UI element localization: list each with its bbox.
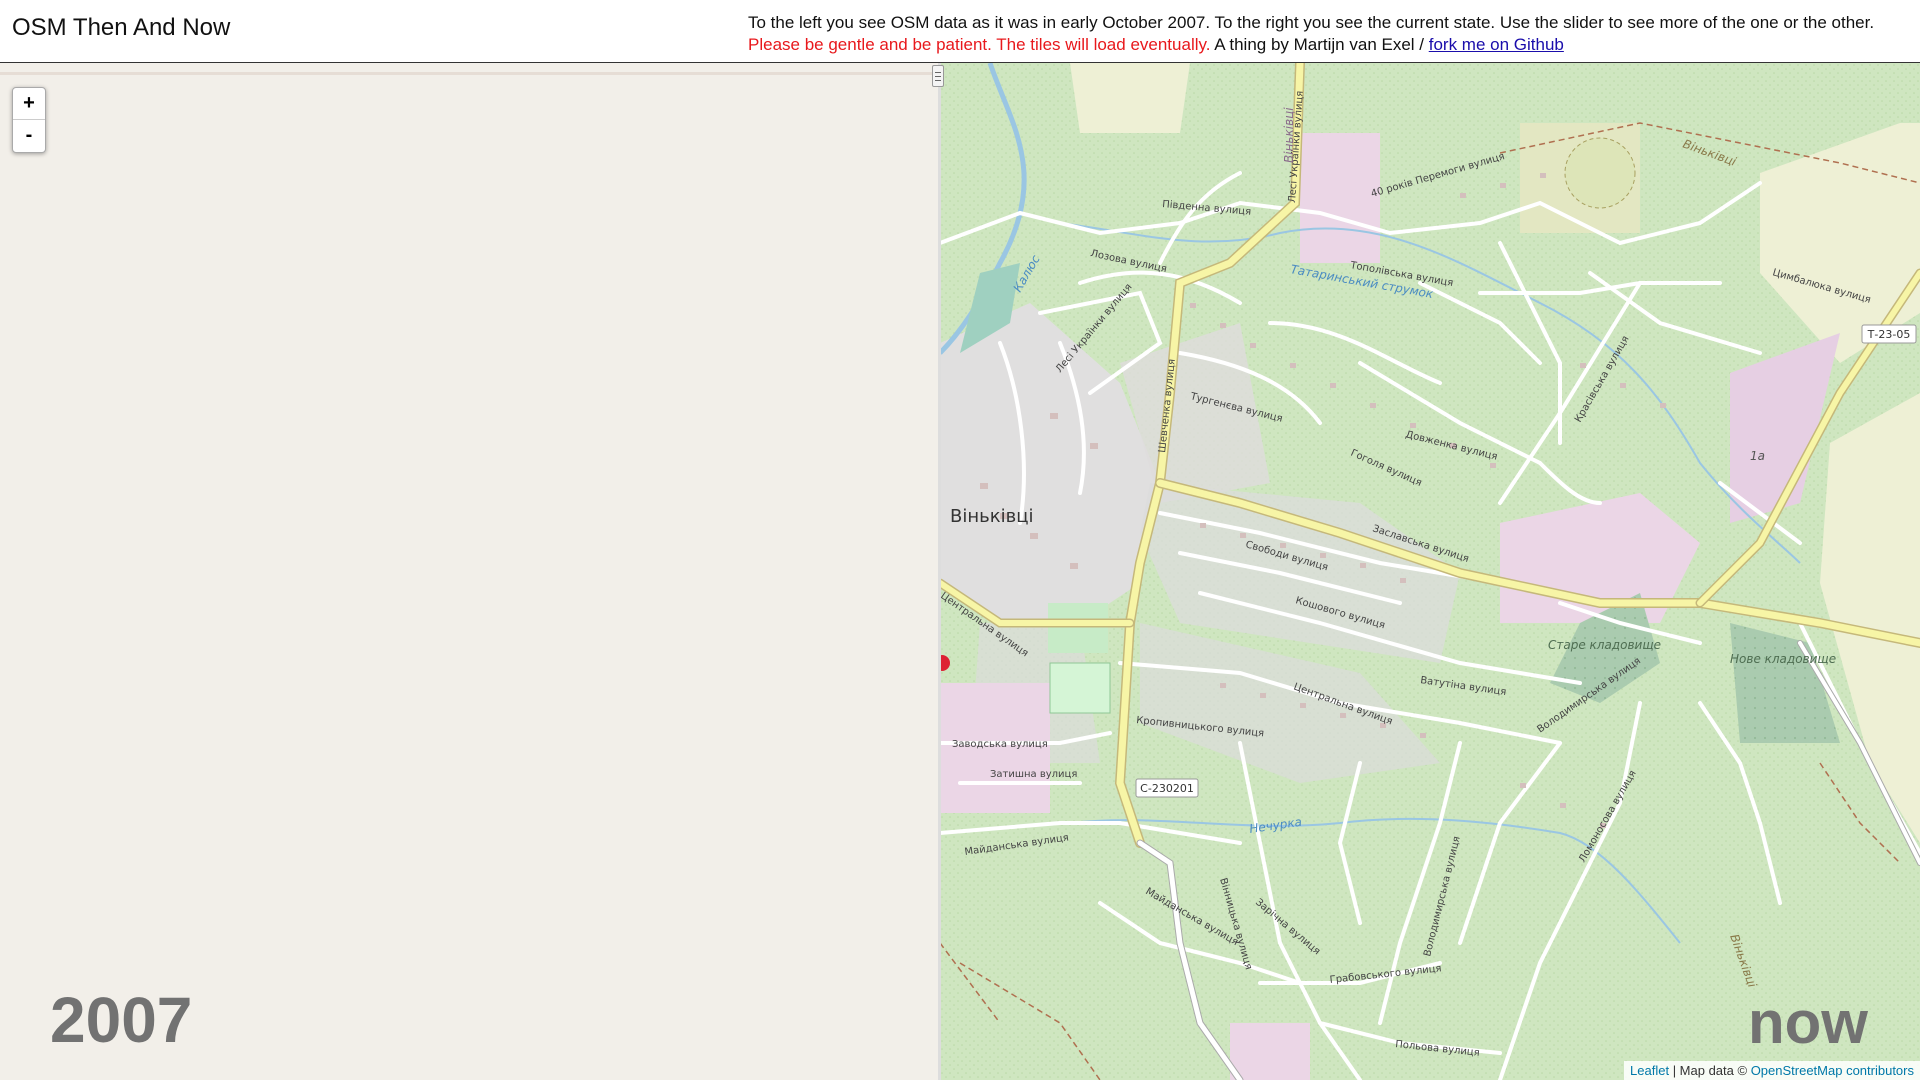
shield-t2305: Т-23-05 bbox=[1861, 324, 1917, 344]
map-container[interactable]: Т-23-05 С-230201 Віньківці Шевченка вули… bbox=[0, 63, 1920, 1080]
osm-link[interactable]: OpenStreetMap contributors bbox=[1751, 1063, 1914, 1078]
park-square bbox=[1049, 662, 1111, 714]
description-line-1: To the left you see OSM data as it was i… bbox=[748, 13, 1875, 32]
year-label-now: now bbox=[1748, 989, 1868, 1056]
label-new-cemetery: Нове кладовище bbox=[1730, 652, 1836, 666]
shield-c230201-text: С-230201 bbox=[1140, 782, 1194, 795]
map-attribution: Leaflet | Map data © OpenStreetMap contr… bbox=[1624, 1061, 1920, 1080]
slider-divider[interactable] bbox=[938, 63, 941, 1080]
github-fork-link[interactable]: fork me on Github bbox=[1429, 35, 1564, 54]
zoom-in-button[interactable]: + bbox=[13, 88, 45, 120]
patience-warning: Please be gentle and be patient. The til… bbox=[748, 35, 1211, 54]
zoom-out-button[interactable]: - bbox=[13, 120, 45, 151]
park-green bbox=[1048, 603, 1108, 653]
industrial-south bbox=[1230, 1023, 1310, 1080]
slider-handle[interactable] bbox=[932, 65, 944, 87]
year-label-2007: 2007 bbox=[50, 984, 193, 1056]
town-label: Віньківці bbox=[950, 506, 1033, 527]
allotment-circle bbox=[1564, 137, 1636, 209]
shield-c230201: С-230201 bbox=[1135, 778, 1199, 798]
map-2007-pane[interactable] bbox=[0, 63, 940, 1080]
zoom-control: + - bbox=[12, 87, 46, 153]
attribution-separator: | Map data © bbox=[1669, 1063, 1751, 1078]
farmland-n bbox=[1070, 63, 1190, 133]
label-zatyshna: Затишна вулиця bbox=[990, 769, 1077, 780]
header-bar: OSM Then And Now To the left you see OSM… bbox=[0, 0, 1920, 63]
map-now-tiles: Т-23-05 С-230201 Віньківці Шевченка вули… bbox=[940, 63, 1920, 1080]
label-1a: 1а bbox=[1750, 449, 1765, 463]
map-2007-edge bbox=[0, 72, 940, 75]
map-now-pane[interactable]: Т-23-05 С-230201 Віньківці Шевченка вули… bbox=[940, 63, 1920, 1080]
label-stare-cemetery: Старе кладовище bbox=[1548, 638, 1661, 652]
leaflet-link[interactable]: Leaflet bbox=[1630, 1063, 1669, 1078]
industrial-north bbox=[1300, 133, 1380, 263]
app-title: OSM Then And Now bbox=[12, 14, 231, 41]
description: To the left you see OSM data as it was i… bbox=[748, 12, 1918, 56]
description-line-2: Please be gentle and be patient. The til… bbox=[748, 34, 1918, 56]
credit-text: A thing by Martijn van Exel / bbox=[1210, 35, 1429, 54]
shield-t2305-text: Т-23-05 bbox=[1867, 328, 1911, 341]
label-vinkivtsi-n: Віньківці bbox=[1282, 107, 1296, 163]
label-zavodska: Заводська вулиця bbox=[952, 739, 1048, 750]
page: OSM Then And Now To the left you see OSM… bbox=[0, 0, 1920, 1080]
